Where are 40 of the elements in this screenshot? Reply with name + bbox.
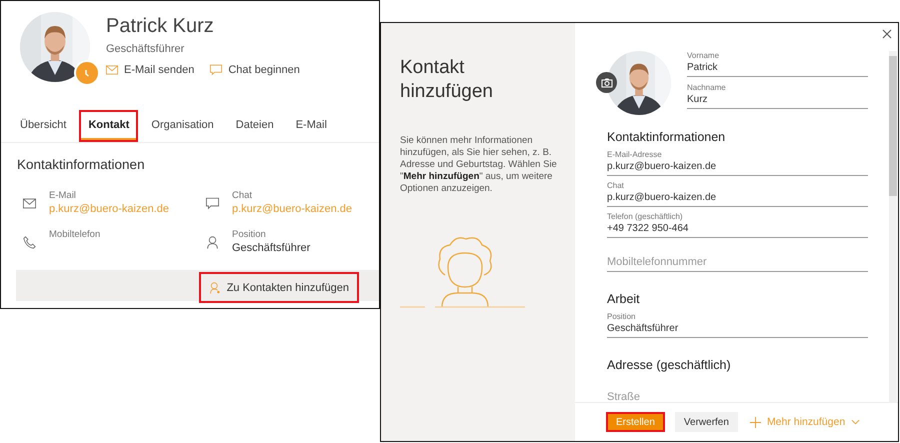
text-field[interactable]: Nachname Kurz (687, 83, 868, 109)
field-value: Geschäftsführer (232, 242, 310, 254)
envelope-icon (106, 64, 118, 76)
text-field[interactable]: Telefon (geschäftlich) +49 7322 950-464 (607, 212, 868, 238)
tab[interactable]: Kontakt (79, 110, 138, 142)
section-heading: Adresse (geschäftlich) (607, 358, 732, 372)
chat-bubble-icon (206, 197, 219, 210)
section-title: Kontaktinformationen (16, 156, 146, 172)
contact-name: Patrick Kurz (106, 15, 215, 38)
person-icon (206, 236, 219, 249)
text-field[interactable]: Vorname Patrick (687, 51, 868, 77)
section-heading: Kontaktinformationen (607, 130, 726, 144)
add-contact-button[interactable]: Zu Kontakten hinzufügen (198, 272, 359, 303)
text-field[interactable]: E-Mail-Adresse p.kurz@buero-kaizen.de (607, 150, 868, 176)
section-heading: Arbeit (607, 292, 641, 306)
job-title: Geschäftsführer (106, 43, 186, 55)
add-person-icon (208, 282, 221, 294)
field-label: Position (232, 229, 267, 240)
plus-icon (750, 416, 761, 428)
camera-icon[interactable] (596, 72, 617, 93)
text-field[interactable]: Chat p.kurz@buero-kaizen.de (607, 181, 868, 207)
field-label: E-Mail (49, 190, 77, 201)
scrollbar[interactable] (889, 51, 897, 403)
tab[interactable]: Übersicht (11, 110, 76, 142)
dialog-title: Kontakt hinzufügen (400, 56, 494, 104)
field-label: Mobiltelefon (49, 229, 100, 240)
field-label: Chat (232, 190, 254, 201)
tab[interactable]: E-Mail (286, 110, 336, 142)
hint-text: Sie können mehr Informationen hinzufügen, als Sie hier sehen, z. B. Adresse und Geburtstag. Wählen Sie "Mehr hinzufügen" aus, um weitere Optionen anzuzeigen. (400, 135, 557, 195)
envelope-icon (23, 197, 36, 210)
close-icon[interactable] (882, 29, 892, 39)
tab[interactable]: Organisation (142, 110, 223, 142)
tab[interactable]: Dateien (226, 110, 283, 142)
phone-icon (23, 236, 36, 249)
action-link[interactable]: E-Mail senden (106, 64, 194, 76)
discard-button[interactable]: Verwerfen (674, 412, 738, 432)
chat-bubble-icon (210, 64, 222, 76)
text-field[interactable]: Position Geschäftsführer (607, 312, 868, 338)
chevron-down-icon (851, 419, 860, 425)
action-link[interactable]: Chat beginnen (210, 64, 300, 76)
